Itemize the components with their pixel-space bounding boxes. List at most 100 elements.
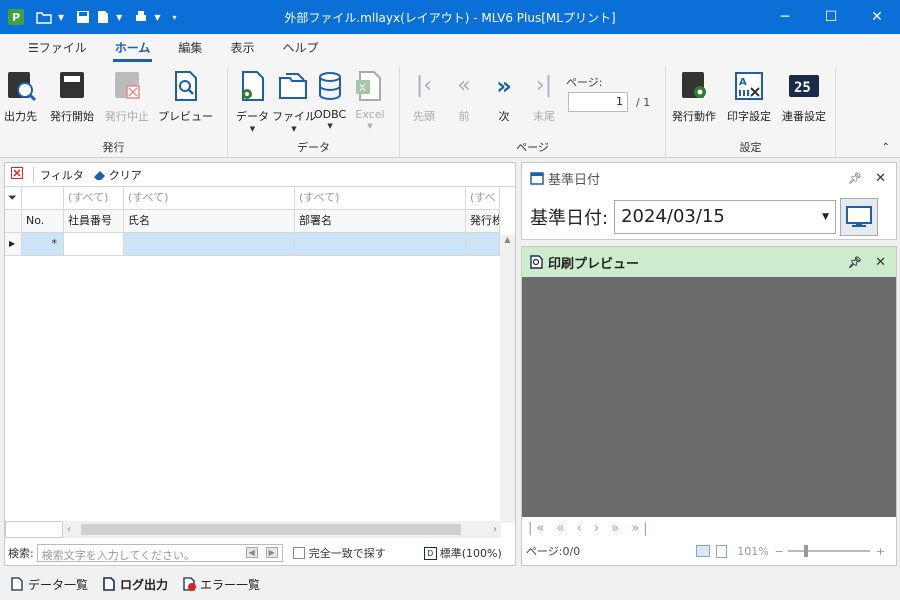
filter-cell-issue[interactable]: (すべ — [466, 187, 500, 210]
close-button[interactable]: ✕ — [854, 0, 900, 34]
zoom-in-icon[interactable]: + — [876, 545, 885, 558]
first-page-button[interactable]: |‹ 先頭 — [408, 70, 440, 124]
tab-edit[interactable]: 編集 — [164, 39, 216, 62]
vertical-scrollbar[interactable]: ▲ — [500, 235, 515, 523]
collapse-ribbon-icon[interactable]: ⌃ — [882, 142, 890, 153]
filter-cell-employee-no[interactable]: (すべて) — [64, 187, 124, 210]
zoom-level[interactable]: 標準(100%) — [440, 545, 502, 561]
zoom-slider-thumb[interactable] — [803, 545, 808, 557]
output-button[interactable]: 出力先 — [4, 70, 37, 124]
zoom-out-icon[interactable]: − — [775, 545, 784, 558]
zoom-slider[interactable] — [787, 545, 870, 557]
column-header-employee-no[interactable]: 社員番号 — [64, 210, 124, 233]
tab-log-output-label: ログ出力 — [120, 577, 169, 592]
filter-button[interactable]: フィルタ — [33, 166, 84, 183]
preview-button[interactable]: プレビュー — [158, 70, 213, 124]
app-logo: P — [8, 9, 24, 25]
issue-action-button[interactable]: 発行動作 — [672, 70, 716, 124]
horizontal-scrollbar[interactable]: ‹ › — [63, 521, 501, 538]
grid-cell-issue-count[interactable] — [466, 233, 500, 256]
scroll-left-icon[interactable]: ‹ — [67, 524, 71, 535]
grid-view-icon[interactable] — [696, 545, 711, 557]
print-setting-label: 印字設定 — [727, 110, 771, 123]
odbc-button[interactable]: ODBC ▼ — [314, 70, 346, 130]
new-row-marker: * — [22, 233, 64, 256]
column-header-issue-count[interactable]: 発行枚 — [466, 210, 500, 233]
pin-icon[interactable]: 📌︎ — [848, 172, 862, 185]
minimize-button[interactable]: ─ — [762, 0, 808, 34]
data-list-icon — [11, 577, 23, 591]
new-dropdown-icon[interactable]: ▼ — [116, 13, 122, 22]
column-header-no[interactable]: No. — [22, 210, 64, 233]
base-date-panel: 基準日付 📌︎ ✕ 基準日付: 2024/03/15 ▼ — [521, 162, 897, 240]
zoom-icon[interactable]: D — [423, 546, 437, 560]
search-next-icon[interactable]: ▶ — [265, 547, 278, 558]
filter-cell-no[interactable] — [22, 187, 64, 210]
base-date-picker[interactable]: 2024/03/15 ▼ — [614, 200, 837, 234]
page-label: ページ: — [566, 76, 603, 89]
prev-page-button[interactable]: « 前 — [448, 70, 480, 124]
close-panel-icon[interactable]: ✕ — [875, 255, 886, 270]
printer-gear-icon — [678, 70, 710, 102]
last-page-button[interactable]: ›| 末尾 — [528, 70, 560, 124]
excel-dropdown-icon: ▼ — [367, 122, 373, 130]
scroll-thumb[interactable] — [81, 524, 461, 535]
page-number-input[interactable]: 1 — [568, 92, 628, 112]
search-prev-icon[interactable]: ◀ — [245, 547, 258, 558]
filter-cell-name[interactable]: (すべて) — [124, 187, 295, 210]
preview-icon — [170, 70, 202, 102]
tab-help[interactable]: ヘルプ — [268, 39, 332, 62]
file-button[interactable]: ファイル ▼ — [272, 70, 316, 133]
printer-icon — [56, 70, 88, 102]
scroll-right-icon[interactable]: › — [493, 524, 497, 535]
column-header-dept[interactable]: 部署名 — [295, 210, 466, 233]
tab-log-output[interactable]: ログ出力 — [102, 576, 168, 593]
start-issue-label: 発行開始 — [50, 110, 94, 123]
grid-cell-name[interactable] — [124, 233, 295, 256]
stop-issue-button[interactable]: 発行中止 — [105, 70, 149, 124]
tab-data-list[interactable]: データ一覧 — [10, 576, 88, 593]
quick-access-toolbar: ▼ ▼ ▼ ▾ — [36, 10, 182, 24]
data-button[interactable]: データ ▼ — [236, 70, 269, 133]
print-preview-title: 印刷プレビュー — [548, 256, 640, 272]
column-header-name[interactable]: 氏名 — [124, 210, 295, 233]
clear-button[interactable]: クリア — [92, 167, 142, 183]
new-file-icon[interactable] — [96, 10, 110, 24]
close-filter-icon[interactable] — [11, 167, 23, 182]
display-button[interactable] — [840, 198, 879, 236]
pin-icon[interactable]: 📌︎ — [848, 256, 862, 269]
customize-qa-icon[interactable]: ▾ — [172, 13, 176, 22]
excel-button[interactable]: X Excel ▼ — [354, 70, 386, 130]
tab-file[interactable]: ☰ファイル — [14, 39, 101, 62]
scroll-up-icon[interactable]: ▲ — [500, 235, 515, 244]
page-view-icon[interactable] — [716, 544, 728, 558]
print-icon[interactable] — [134, 10, 148, 24]
preview-navigation[interactable]: |« « ‹ › » »| — [528, 521, 652, 536]
exact-match-checkbox[interactable] — [292, 547, 305, 559]
close-panel-icon[interactable]: ✕ — [875, 171, 886, 186]
chevron-down-icon[interactable]: ▼ — [822, 201, 829, 233]
maximize-button[interactable]: ☐ — [808, 0, 854, 34]
preview-page-status: ページ:0/0 — [526, 545, 581, 558]
grid-cell-dept[interactable] — [295, 233, 466, 256]
print-dropdown-icon[interactable]: ▼ — [154, 13, 160, 22]
stop-issue-label: 発行中止 — [105, 110, 149, 123]
serial-setting-button[interactable]: 25 連番設定 — [782, 70, 826, 124]
monitor-icon — [846, 206, 873, 227]
next-page-button[interactable]: » 次 — [488, 70, 520, 124]
tab-home[interactable]: ホーム — [101, 39, 165, 62]
preview-canvas[interactable] — [522, 277, 896, 517]
search-input[interactable]: 検索文字を入力してください。 ◀ ▶ — [36, 544, 283, 562]
grid-cell-employee-no[interactable] — [64, 233, 124, 256]
print-setting-icon: A — [733, 70, 765, 102]
filter-cell-dept[interactable]: (すべて) — [295, 187, 466, 210]
log-icon — [103, 577, 115, 591]
start-issue-button[interactable]: 発行開始 — [50, 70, 94, 124]
tab-view[interactable]: 表示 — [216, 39, 268, 62]
preview-status-bar: ページ:0/0 101% − + — [526, 543, 894, 559]
open-folder-icon[interactable] — [36, 10, 52, 24]
open-dropdown-icon[interactable]: ▼ — [58, 13, 64, 22]
print-setting-button[interactable]: A 印字設定 — [727, 70, 771, 124]
save-icon[interactable] — [76, 10, 90, 24]
tab-error-list[interactable]: エラー一覧 — [182, 576, 260, 593]
